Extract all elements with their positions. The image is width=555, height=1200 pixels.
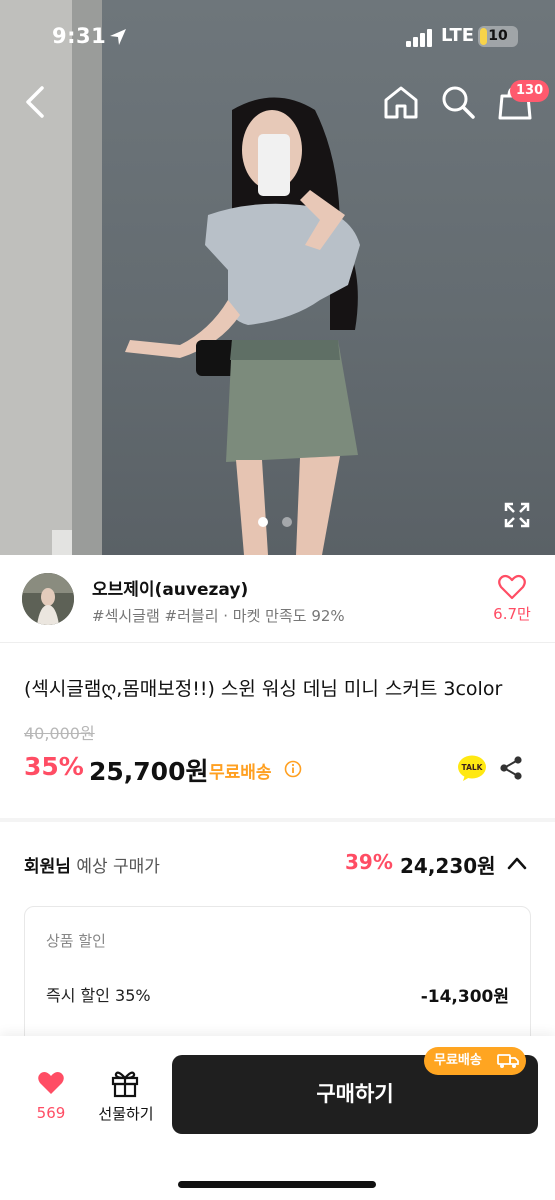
section-divider (0, 818, 555, 822)
gallery-pagination (258, 517, 298, 529)
member-price-label: 회원님 예상 구매가 (24, 857, 160, 877)
avatar-image (22, 573, 74, 625)
chevron-up-icon[interactable] (505, 853, 529, 873)
seller-name[interactable]: 오브제이(auvezay) (92, 575, 248, 600)
seller-row[interactable]: 오브제이(auvezay) #섹시글램 #러블리 · 마켓 만족도 92% 6.… (0, 555, 555, 643)
breakdown-item-value: -14,300원 (420, 987, 509, 1007)
pagination-dot-active (258, 517, 268, 527)
bottom-action-bar: 569 선물하기 구매하기 무료배송 (0, 1036, 555, 1200)
home-icon[interactable] (382, 84, 420, 120)
home-indicator (178, 1181, 376, 1188)
product-title: (섹시글램ღ,몸매보정!!) 스윈 워싱 데님 미니 스커트 3color (24, 678, 503, 700)
status-bar: 9:31 LTE 10 (0, 0, 555, 74)
pagination-dot (282, 517, 292, 527)
gift-button-label[interactable]: 선물하기 (88, 1103, 164, 1124)
breakdown-item-label: 즉시 할인 35% (46, 986, 151, 1005)
heart-filled-icon[interactable] (37, 1070, 65, 1096)
back-icon[interactable] (18, 82, 54, 122)
cellular-signal-icon (406, 29, 432, 47)
status-time: 9:31 (52, 24, 107, 48)
seller-tags: #섹시글램 #러블리 · 마켓 만족도 92% (92, 607, 345, 625)
location-arrow-icon (110, 29, 126, 45)
battery-icon: 10 (478, 26, 518, 47)
search-icon[interactable] (440, 84, 476, 120)
free-shipping-label: 무료배송 (209, 763, 272, 783)
info-icon[interactable] (284, 760, 302, 778)
member-discount-rate: 39% (345, 850, 393, 874)
seller-like-count: 6.7만 (493, 605, 531, 623)
breakdown-heading: 상품 할인 (46, 932, 106, 950)
kakao-talk-icon[interactable]: TALK (457, 754, 487, 782)
expand-icon[interactable] (502, 500, 532, 530)
discount-rate: 35% (24, 752, 84, 781)
product-image-gallery[interactable]: 9:31 LTE 10 130 (0, 0, 555, 555)
sale-price: 25,700원 (89, 757, 209, 786)
share-icon[interactable] (499, 755, 523, 781)
gift-icon[interactable] (110, 1068, 140, 1098)
seller-avatar[interactable] (22, 573, 74, 625)
network-type: LTE (441, 25, 475, 46)
truck-icon (497, 1054, 519, 1068)
battery-level: 10 (488, 28, 508, 44)
original-price: 40,000원 (24, 724, 95, 743)
cart-count-badge: 130 (510, 80, 550, 102)
member-price: 24,230원 (400, 854, 496, 878)
svg-text:TALK: TALK (462, 763, 484, 772)
heart-outline-icon[interactable] (498, 574, 526, 600)
wish-count: 569 (36, 1104, 66, 1122)
